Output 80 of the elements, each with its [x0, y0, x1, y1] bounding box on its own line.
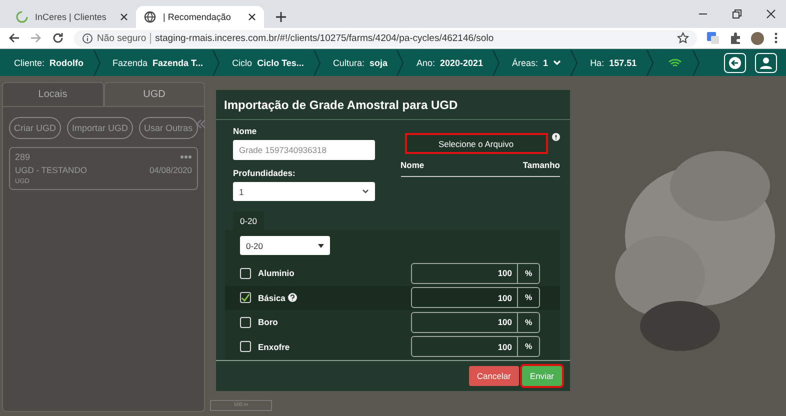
- breadcrumb-item[interactable]: Ha: 157.51: [586, 58, 646, 68]
- card-title: UGD - TESTANDO: [15, 165, 87, 175]
- sidebar-tab[interactable]: UGD: [104, 82, 205, 106]
- puzzle-icon[interactable]: [729, 32, 741, 44]
- unit-label: %: [518, 336, 540, 358]
- checkbox[interactable]: [240, 316, 251, 328]
- select-file-button[interactable]: Selecione o Arquivo: [404, 133, 548, 154]
- checkbox[interactable]: [240, 292, 251, 304]
- nutrient-label: Aluminio: [258, 268, 294, 278]
- url-text: staging-rmais.inceres.com.br/#!/clients/10275/farms/4204/pa-cycles/462146/solo: [155, 32, 494, 44]
- chevron-down-icon: [362, 189, 369, 194]
- column-header: Nome: [400, 160, 424, 170]
- address-field[interactable]: Não seguro staging-rmais.inceres.com.br/#!/clients/10275/farms/4204/pa-cycles/462146/solo: [74, 30, 697, 46]
- caret-down-icon: [318, 244, 324, 248]
- security-label: Não seguro: [97, 32, 152, 44]
- collapse-icon[interactable]: [196, 119, 206, 129]
- nutrient-label: Boro: [258, 317, 278, 328]
- dialog-title: Importação de Grade Amostral para UGD: [216, 90, 570, 120]
- breadcrumb-item[interactable]: Áreas: 1: [508, 58, 570, 68]
- star-icon[interactable]: [677, 32, 689, 44]
- chevron-divider-icon: [92, 48, 101, 76]
- chevron-divider-icon: [212, 48, 220, 76]
- percentage-field[interactable]: 100: [411, 312, 518, 333]
- more-icon[interactable]: [774, 32, 778, 44]
- chevron-divider-icon: [312, 48, 321, 76]
- cancel-button[interactable]: Cancelar: [468, 366, 519, 386]
- tab-title: | Recomendação: [163, 12, 232, 22]
- breadcrumb-item[interactable]: Ano: 2020-2021: [412, 58, 492, 68]
- nutrient-label: Básica: [258, 292, 286, 303]
- user-button[interactable]: [755, 52, 777, 72]
- card-number: 289: [15, 152, 30, 162]
- loading-icon: [16, 11, 28, 23]
- layer-select[interactable]: 0-20: [240, 236, 330, 255]
- sidebar-tab[interactable]: Locais: [2, 82, 104, 106]
- checkbox[interactable]: [240, 341, 251, 352]
- checkbox[interactable]: [240, 268, 251, 279]
- restore-icon[interactable]: [732, 9, 742, 19]
- browser-tab[interactable]: InCeres | Clientes: [8, 6, 136, 28]
- translate-icon[interactable]: [707, 32, 719, 44]
- wifi-icon: [668, 58, 682, 68]
- back-button[interactable]: [724, 52, 746, 72]
- tab-title: InCeres | Clientes: [35, 12, 108, 22]
- unit-label: %: [518, 312, 540, 333]
- field-label: Profundidades:: [233, 168, 296, 178]
- name-field[interactable]: Grade 1597340936318: [233, 140, 375, 160]
- back-arrow-icon[interactable]: [8, 32, 20, 44]
- depth-select[interactable]: 1: [233, 182, 375, 201]
- globe-icon: [144, 11, 156, 23]
- field-label: Nome: [233, 126, 258, 136]
- chevron-divider-icon: [396, 48, 404, 76]
- info-icon: [82, 32, 93, 44]
- percentage-field[interactable]: 100: [411, 262, 518, 284]
- reload-icon[interactable]: [52, 32, 64, 44]
- info-icon: [552, 133, 560, 141]
- user-icon: [760, 56, 772, 68]
- chevron-divider-icon: [492, 48, 500, 76]
- unit-label: %: [518, 287, 540, 308]
- breadcrumb-item[interactable]: Fazenda Fazenda T...: [108, 58, 212, 68]
- breadcrumb-item[interactable]: Ciclo Ciclo Tes...: [228, 58, 313, 68]
- breadcrumb-item[interactable]: Cultura: soja: [328, 58, 396, 68]
- breadcrumb-item[interactable]: Cliente: Rodolfo: [10, 58, 93, 68]
- close-icon[interactable]: [766, 9, 776, 19]
- depth-tab[interactable]: 0-20: [233, 211, 264, 230]
- chevron-divider-icon: [570, 48, 578, 76]
- nutrient-label: Enxofre: [258, 342, 290, 352]
- unit-label: %: [518, 262, 540, 284]
- close-icon[interactable]: [120, 13, 128, 21]
- avatar-circle[interactable]: [751, 32, 764, 44]
- percentage-field[interactable]: 100: [411, 336, 518, 358]
- plus-icon[interactable]: [276, 12, 286, 22]
- card-date: 04/08/2020: [149, 165, 192, 175]
- close-icon[interactable]: [248, 13, 256, 21]
- left-arrow-icon: [729, 56, 741, 68]
- chevron-divider-icon: [646, 48, 654, 76]
- dots-icon[interactable]: [180, 155, 192, 159]
- check-icon: [241, 293, 250, 302]
- column-header: Tamanho: [522, 160, 560, 170]
- browser-tab[interactable]: | Recomendação: [136, 6, 264, 28]
- chevron-divider-icon: [692, 48, 700, 76]
- percentage-field[interactable]: 100: [411, 287, 518, 308]
